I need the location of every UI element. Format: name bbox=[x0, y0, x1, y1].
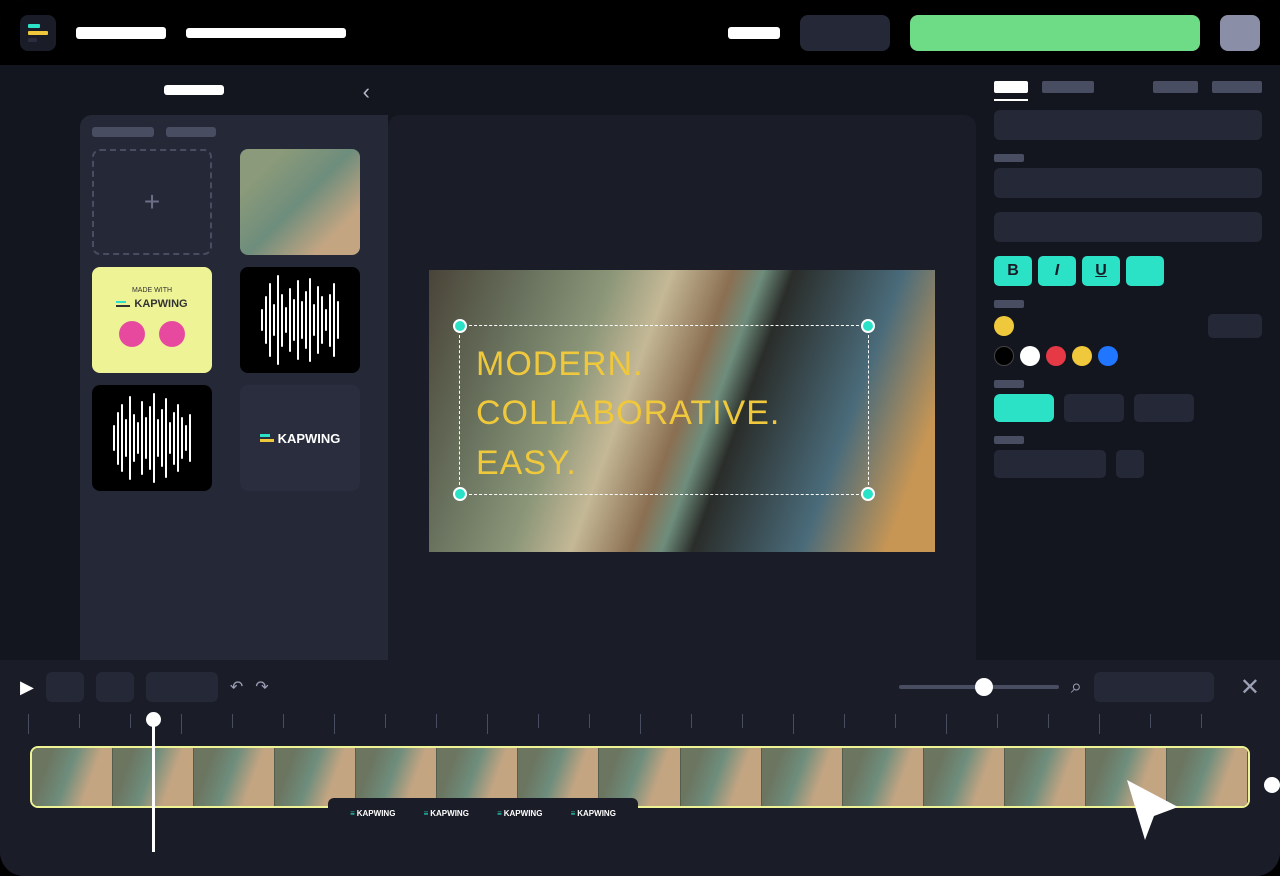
app-logo[interactable] bbox=[20, 15, 56, 51]
color-fill-button[interactable] bbox=[1126, 256, 1164, 286]
align-button-3[interactable] bbox=[1134, 394, 1194, 422]
left-panel: ‹ + MADE WITH KAPWING bbox=[0, 65, 388, 660]
timeline: ▶ ↶ ↷ ⌕ ✕ ≡KAPWING ≡KAPWING ≡KAPWING ≡ bbox=[0, 660, 1280, 876]
video-preview[interactable]: MODERN. COLLABORATIVE. EASY. bbox=[429, 270, 935, 552]
color-swatch-blue[interactable] bbox=[1098, 346, 1118, 366]
properties-panel: B I U bbox=[976, 65, 1280, 660]
align-button-active[interactable] bbox=[994, 394, 1054, 422]
resize-handle-tr[interactable] bbox=[861, 319, 875, 333]
animation-button[interactable] bbox=[994, 450, 1106, 478]
overlay-text[interactable]: MODERN. COLLABORATIVE. EASY. bbox=[460, 326, 868, 502]
color-swatch-yellow[interactable] bbox=[1072, 346, 1092, 366]
asset-audio-2[interactable] bbox=[92, 385, 212, 491]
extra-button[interactable] bbox=[1116, 450, 1144, 478]
skip-back-button[interactable] bbox=[46, 672, 84, 702]
color-extra-button[interactable] bbox=[1208, 314, 1262, 338]
rp-tab-3[interactable] bbox=[1153, 81, 1198, 93]
video-track[interactable] bbox=[30, 746, 1250, 808]
skip-fwd-button[interactable] bbox=[96, 672, 134, 702]
color-swatch-red[interactable] bbox=[1046, 346, 1066, 366]
underline-button[interactable]: U bbox=[1082, 256, 1120, 286]
cursor-icon bbox=[1118, 774, 1190, 846]
panel-tab[interactable] bbox=[164, 85, 224, 95]
preset-select[interactable] bbox=[994, 212, 1262, 242]
assets-tab-1[interactable] bbox=[92, 127, 154, 137]
resize-handle-bl[interactable] bbox=[453, 487, 467, 501]
assets-tab-2[interactable] bbox=[166, 127, 216, 137]
avatar[interactable] bbox=[1220, 15, 1260, 51]
play-button[interactable]: ▶ bbox=[20, 677, 34, 698]
collapse-icon[interactable]: ‹ bbox=[363, 79, 370, 105]
zoom-slider[interactable] bbox=[899, 685, 1059, 689]
playhead[interactable] bbox=[152, 714, 155, 852]
project-title[interactable] bbox=[76, 27, 166, 39]
redo-button[interactable]: ↷ bbox=[255, 677, 268, 697]
close-icon[interactable]: ✕ bbox=[1240, 673, 1260, 702]
rp-tab-1[interactable] bbox=[994, 81, 1028, 93]
add-asset-button[interactable]: + bbox=[92, 149, 212, 255]
italic-button[interactable]: I bbox=[1038, 256, 1076, 286]
bold-button[interactable]: B bbox=[994, 256, 1032, 286]
speed-button[interactable] bbox=[146, 672, 218, 702]
zoom-thumb[interactable] bbox=[975, 678, 993, 696]
timecode-display[interactable] bbox=[1094, 672, 1214, 702]
resize-handle-br[interactable] bbox=[861, 487, 875, 501]
current-color-swatch[interactable] bbox=[994, 316, 1014, 336]
rp-tab-2[interactable] bbox=[1042, 81, 1094, 93]
asset-video-thumb[interactable] bbox=[240, 149, 360, 255]
text-selection-box[interactable]: MODERN. COLLABORATIVE. EASY. bbox=[459, 325, 869, 495]
canvas[interactable]: MODERN. COLLABORATIVE. EASY. bbox=[388, 115, 976, 660]
align-button-2[interactable] bbox=[1064, 394, 1124, 422]
font-select[interactable] bbox=[994, 110, 1262, 140]
rp-tab-4[interactable] bbox=[1212, 81, 1262, 93]
size-input[interactable] bbox=[994, 168, 1262, 198]
search-icon[interactable]: ⌕ bbox=[1071, 676, 1082, 699]
asset-kapwing-promo[interactable]: MADE WITH KAPWING bbox=[92, 267, 212, 373]
timeline-ruler[interactable] bbox=[0, 714, 1280, 742]
asset-kapwing-logo[interactable]: KAPWING bbox=[240, 385, 360, 491]
color-swatch-white[interactable] bbox=[1020, 346, 1040, 366]
header bbox=[0, 0, 1280, 65]
breadcrumb bbox=[186, 28, 346, 38]
header-button-primary[interactable] bbox=[910, 15, 1200, 51]
plus-icon: + bbox=[144, 186, 160, 218]
color-swatch-black[interactable] bbox=[994, 346, 1014, 366]
asset-audio-1[interactable] bbox=[240, 267, 360, 373]
undo-button[interactable]: ↶ bbox=[230, 677, 243, 697]
header-link[interactable] bbox=[728, 27, 780, 39]
resize-handle-tl[interactable] bbox=[453, 319, 467, 333]
header-button-1[interactable] bbox=[800, 15, 890, 51]
scroll-thumb[interactable] bbox=[1264, 777, 1280, 793]
logo-track[interactable]: ≡KAPWING ≡KAPWING ≡KAPWING ≡KAPWING bbox=[328, 798, 638, 828]
